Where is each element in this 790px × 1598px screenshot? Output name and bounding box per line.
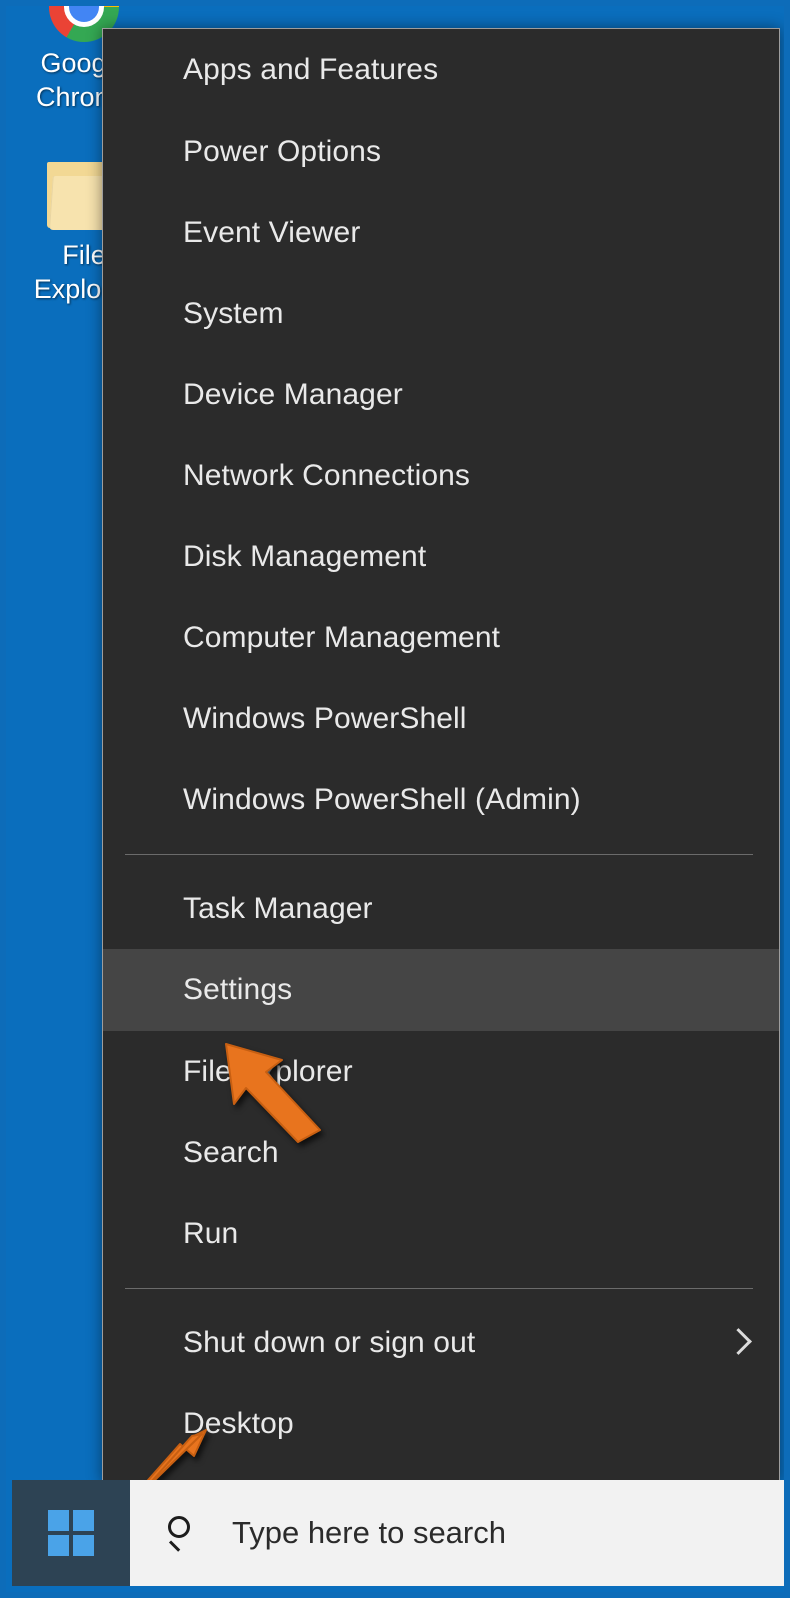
context-menu-group-system: Apps and Features Power Options Event Vi… bbox=[103, 29, 779, 840]
menu-item-desktop[interactable]: Desktop bbox=[103, 1383, 779, 1464]
menu-item-label: Event Viewer bbox=[183, 215, 361, 249]
taskbar-search-box[interactable]: Type here to search bbox=[130, 1480, 784, 1586]
menu-separator-2-wrap bbox=[103, 1274, 779, 1302]
menu-item-label: Windows PowerShell bbox=[183, 701, 467, 735]
menu-item-label: File Explorer bbox=[183, 1054, 353, 1088]
menu-item-label: Desktop bbox=[183, 1406, 294, 1440]
menu-item-task-manager[interactable]: Task Manager bbox=[103, 868, 779, 949]
menu-item-label: Shut down or sign out bbox=[183, 1325, 476, 1359]
context-menu-group-session: Shut down or sign out Desktop bbox=[103, 1302, 779, 1464]
search-input-placeholder[interactable]: Type here to search bbox=[232, 1515, 506, 1551]
menu-item-label: Run bbox=[183, 1216, 239, 1250]
start-button[interactable] bbox=[12, 1480, 130, 1586]
search-icon bbox=[166, 1515, 202, 1551]
menu-item-computer-management[interactable]: Computer Management bbox=[103, 597, 779, 678]
menu-item-power-options[interactable]: Power Options bbox=[103, 111, 779, 192]
windows-logo-icon bbox=[48, 1510, 94, 1556]
menu-item-label: Apps and Features bbox=[183, 53, 439, 86]
menu-item-search[interactable]: Search bbox=[103, 1112, 779, 1193]
menu-item-label: Network Connections bbox=[183, 458, 471, 492]
taskbar: Type here to search bbox=[12, 1480, 784, 1586]
menu-item-label: Windows PowerShell (Admin) bbox=[183, 782, 581, 816]
screen: Google Chrome File Explorer Apps and Fea… bbox=[0, 0, 790, 1598]
menu-item-network-connections[interactable]: Network Connections bbox=[103, 435, 779, 516]
menu-item-settings[interactable]: Settings bbox=[103, 949, 779, 1031]
menu-item-device-manager[interactable]: Device Manager bbox=[103, 354, 779, 435]
menu-item-disk-management[interactable]: Disk Management bbox=[103, 516, 779, 597]
menu-item-event-viewer[interactable]: Event Viewer bbox=[103, 192, 779, 273]
menu-item-file-explorer[interactable]: File Explorer bbox=[103, 1031, 779, 1112]
menu-item-label: Settings bbox=[183, 973, 293, 1006]
win-x-context-menu: Apps and Features Power Options Event Vi… bbox=[102, 28, 780, 1483]
menu-separator-1-wrap bbox=[103, 840, 779, 868]
menu-item-label: Computer Management bbox=[183, 620, 501, 654]
menu-item-apps-and-features[interactable]: Apps and Features bbox=[103, 29, 779, 111]
menu-item-label: System bbox=[183, 296, 284, 330]
context-menu-group-tools: Task Manager Settings File Explorer Sear… bbox=[103, 868, 779, 1274]
menu-item-label: Search bbox=[183, 1135, 279, 1169]
menu-item-label: Device Manager bbox=[183, 377, 403, 411]
menu-item-system[interactable]: System bbox=[103, 273, 779, 354]
menu-item-label: Disk Management bbox=[183, 539, 427, 573]
menu-item-windows-powershell[interactable]: Windows PowerShell bbox=[103, 678, 779, 759]
menu-item-shut-down-or-sign-out[interactable]: Shut down or sign out bbox=[103, 1302, 779, 1383]
menu-item-run[interactable]: Run bbox=[103, 1193, 779, 1274]
menu-item-windows-powershell-admin[interactable]: Windows PowerShell (Admin) bbox=[103, 759, 779, 840]
menu-item-label: Task Manager bbox=[183, 891, 373, 925]
chevron-right-icon bbox=[727, 1326, 753, 1360]
menu-separator bbox=[125, 1287, 753, 1289]
menu-item-label: Power Options bbox=[183, 134, 382, 168]
menu-separator bbox=[125, 853, 753, 855]
